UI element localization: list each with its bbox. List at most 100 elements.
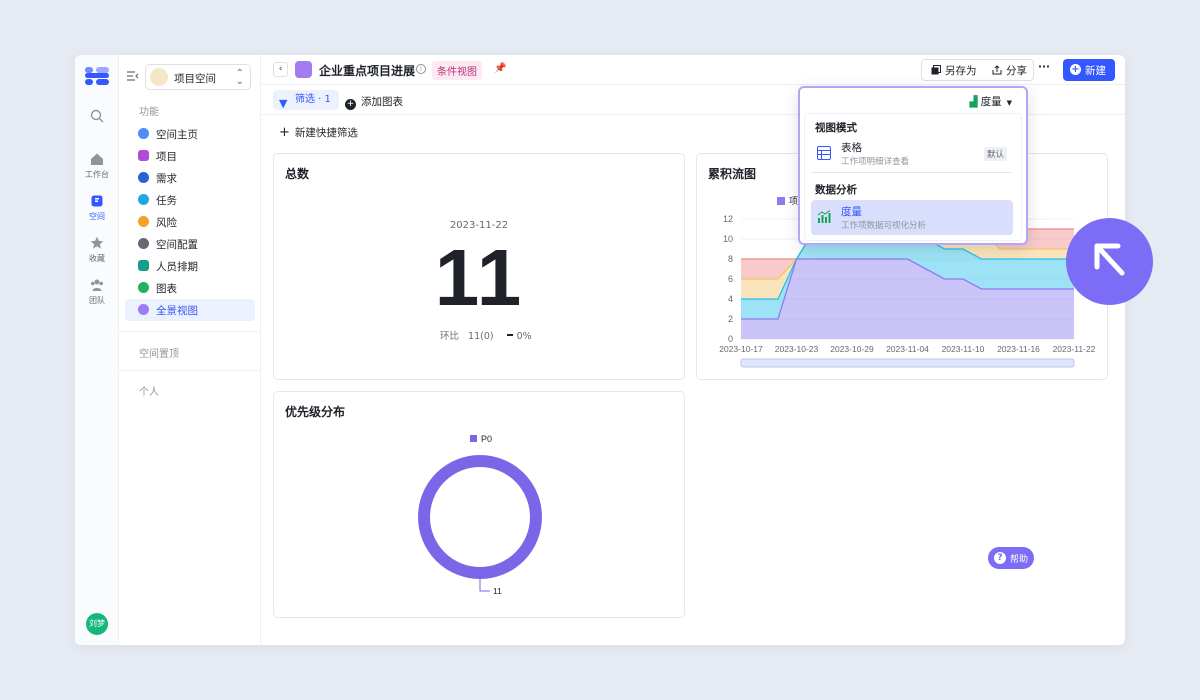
section-pinned: 空间置顶: [139, 349, 179, 360]
priority-chart: 11 P0: [418, 434, 542, 596]
plus-icon: +: [279, 125, 290, 140]
sidebar-item-space-config[interactable]: 空间配置: [125, 233, 255, 255]
copy-icon: [931, 65, 941, 75]
table-icon: [817, 146, 831, 160]
requirement-icon: [138, 172, 149, 183]
calendar-icon: [138, 260, 149, 271]
sidebar-item-projects[interactable]: 项目: [125, 145, 255, 167]
cursor-arrow-icon: [1094, 243, 1125, 276]
project-icon: [138, 150, 149, 161]
view-type-tag: 条件视图: [432, 61, 482, 80]
section-features: 功能: [139, 107, 159, 118]
data-label: 11: [493, 586, 502, 596]
menu-item-title: 表格: [841, 142, 862, 154]
share-label: 分享: [1006, 65, 1027, 77]
divider: [119, 370, 261, 371]
legend-label[interactable]: P0: [481, 434, 492, 444]
sidebar: 项目空间 ⌃ ⌄ 功能 空间主页 项目 需求 任务 风险 空间配置 人员排期 图表…: [119, 55, 261, 645]
sidebar-item-charts[interactable]: 图表: [125, 277, 255, 299]
dash-icon: [506, 334, 513, 336]
back-button[interactable]: ‹: [273, 62, 288, 77]
plus-circle-icon: +: [345, 99, 356, 110]
y-tick-label: 12: [723, 214, 733, 224]
total-card: 总数 2023-11-22 11 环比 11(0) 0%: [273, 153, 685, 380]
zoom-scrollbar[interactable]: [740, 358, 1075, 368]
donut-slice-P0[interactable]: [418, 455, 542, 579]
filter-label: 筛选 · 1: [295, 94, 331, 105]
pin-icon[interactable]: 📌: [494, 63, 506, 74]
new-quick-filter-button[interactable]: + 新建快捷筛选: [279, 125, 358, 140]
help-label: 帮助: [1010, 555, 1029, 565]
menu-item-metric[interactable]: 度量 工作项数据可视化分析: [811, 200, 1013, 235]
sidebar-item-panorama[interactable]: 全景视图: [125, 299, 255, 321]
section-personal: 个人: [139, 387, 159, 398]
view-mode-dropdown: ▟ 度量 ▼ 视图模式 表格 工作项明细详查看 默认 数据分析 度量 工作项数据可视…: [798, 86, 1028, 245]
rail-item-team[interactable]: 团队: [75, 278, 119, 306]
space-selector[interactable]: 项目空间 ⌃ ⌄: [145, 64, 251, 90]
rail-item-label: 工作台: [85, 170, 109, 179]
y-tick-label: 10: [723, 234, 733, 244]
task-icon: [138, 194, 149, 205]
rail-item-label: 团队: [89, 296, 105, 305]
app-logo-icon[interactable]: [85, 67, 109, 85]
sidebar-item-schedule[interactable]: 人员排期: [125, 255, 255, 277]
total-value: 11: [434, 233, 524, 322]
panorama-icon: [138, 304, 149, 315]
collapse-sidebar-icon[interactable]: [127, 71, 139, 81]
avatar[interactable]: 刘梦: [86, 613, 108, 635]
sidebar-item-label: 空间主页: [156, 129, 198, 141]
space-home-icon: [138, 128, 149, 139]
add-chart-button[interactable]: + 添加图表: [345, 94, 403, 110]
new-button[interactable]: + 新建: [1063, 59, 1115, 81]
app-rail: 工作台 空间 收藏 团队 刘梦: [75, 55, 119, 645]
sidebar-item-label: 项目: [156, 151, 177, 163]
new-label: 新建: [1085, 65, 1106, 77]
sidebar-item-requirements[interactable]: 需求: [125, 167, 255, 189]
sidebar-item-label: 任务: [156, 195, 177, 207]
menu-item-desc: 工作项数据可视化分析: [841, 221, 927, 231]
divider: [811, 172, 1011, 173]
divider: [119, 331, 261, 332]
rail-item-label: 空间: [89, 212, 105, 221]
view-mode-trigger[interactable]: ▟ 度量 ▼: [970, 94, 1012, 109]
y-tick-label: 4: [728, 294, 733, 304]
plus-icon: +: [1070, 64, 1081, 75]
menu-item-table[interactable]: 表格 工作项明细详查看 默认: [811, 136, 1013, 171]
filter-icon: ▼: [279, 97, 288, 110]
gear-icon: [138, 238, 149, 249]
sidebar-item-label: 需求: [156, 173, 177, 185]
add-chart-label: 添加图表: [361, 96, 403, 108]
menu-item-desc: 工作项明细详查看: [841, 157, 910, 167]
chart-icon: [138, 282, 149, 293]
header: ‹ 企业重点项目进展 i 条件视图 📌 另存为 分享 ··· + 新建: [261, 55, 1125, 85]
priority-card: 优先级分布 11 P0: [273, 391, 685, 618]
sidebar-item-risks[interactable]: 风险: [125, 211, 255, 233]
sidebar-item-tasks[interactable]: 任务: [125, 189, 255, 211]
info-icon[interactable]: i: [416, 64, 426, 74]
y-tick-label: 0: [728, 334, 733, 344]
x-tick-label: 2023-10-17: [719, 344, 763, 354]
rail-item-space[interactable]: 空间: [75, 194, 119, 222]
rail-item-workbench[interactable]: 工作台: [75, 152, 119, 180]
x-tick-label: 2023-11-04: [886, 344, 929, 354]
ratio-label: 环比: [440, 331, 460, 342]
filter-button[interactable]: ▼ 筛选 · 1: [273, 90, 339, 110]
rail-item-favorites[interactable]: 收藏: [75, 236, 119, 264]
sidebar-item-label: 空间配置: [156, 239, 198, 251]
help-button[interactable]: ? 帮助: [988, 547, 1034, 569]
sidebar-item-home[interactable]: 空间主页: [125, 123, 255, 145]
more-button[interactable]: ···: [1038, 61, 1050, 73]
star-icon: [90, 236, 104, 249]
space-icon: [91, 195, 103, 207]
page-title: 企业重点项目进展: [319, 64, 416, 78]
cursor-highlight: [1066, 218, 1153, 305]
sidebar-item-label: 人员排期: [156, 261, 198, 273]
share-button[interactable]: 分享: [992, 63, 1027, 78]
question-icon: ?: [994, 552, 1006, 564]
home-icon: [91, 153, 103, 165]
label-leader-line: [479, 579, 490, 592]
save-as-label: 另存为: [945, 65, 977, 77]
save-as-button[interactable]: 另存为: [931, 63, 977, 78]
search-icon[interactable]: [75, 109, 119, 126]
section-analysis: 数据分析: [815, 184, 857, 196]
